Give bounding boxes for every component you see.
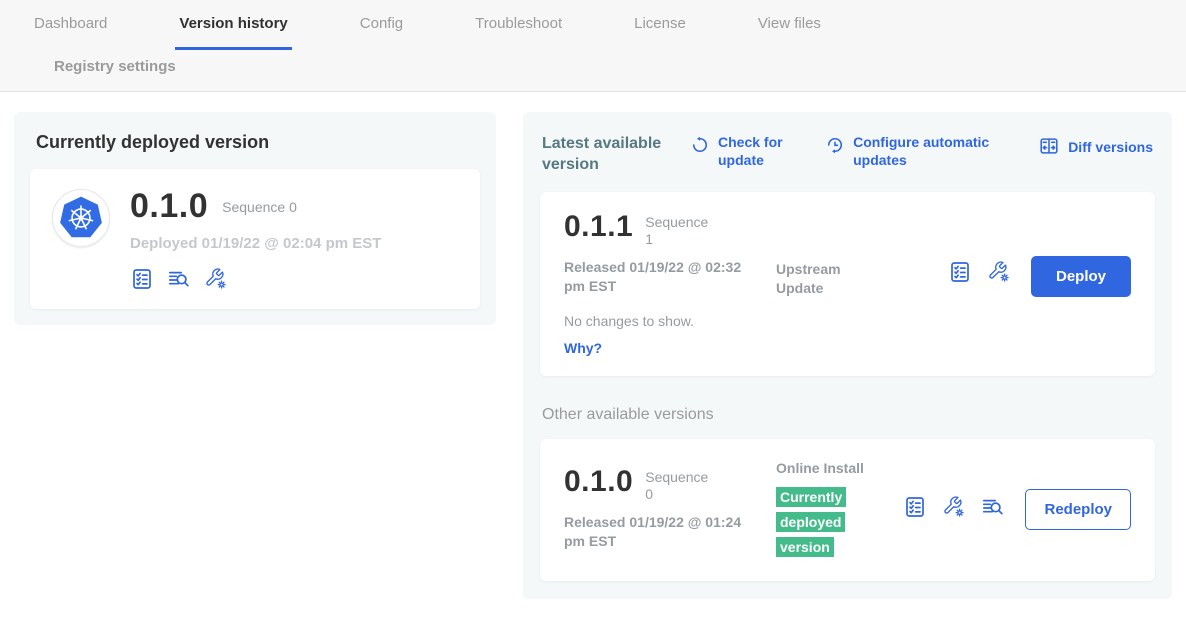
tab-license[interactable]: License bbox=[630, 15, 690, 50]
other-sequence-label: Sequence 0 bbox=[645, 469, 711, 504]
deploy-logs-icon[interactable] bbox=[981, 495, 1005, 524]
nav-row-1: Dashboard Version history Config Trouble… bbox=[30, 15, 1186, 50]
deployed-version-meta: 0.1.0 Sequence 0 Deployed 01/19/22 @ 02:… bbox=[130, 189, 381, 291]
edit-config-icon[interactable] bbox=[987, 260, 1011, 289]
latest-panel-header: Latest available version Check for updat… bbox=[542, 134, 1153, 176]
configure-automatic-updates-label: Configure automatic updates bbox=[853, 134, 1011, 169]
tab-troubleshoot[interactable]: Troubleshoot bbox=[471, 15, 566, 50]
currently-deployed-title: Currently deployed version bbox=[36, 132, 474, 153]
tab-view-files[interactable]: View files bbox=[754, 15, 825, 50]
check-for-update-link[interactable]: Check for update bbox=[690, 134, 798, 169]
tab-config[interactable]: Config bbox=[356, 15, 407, 50]
other-source-label: Online Install bbox=[776, 459, 868, 479]
edit-config-icon[interactable] bbox=[942, 495, 966, 524]
latest-version-card: 0.1.1 Sequence 1 Released 01/19/22 @ 02:… bbox=[540, 192, 1155, 376]
deploy-logs-icon[interactable] bbox=[167, 267, 191, 291]
latest-version-meta: 0.1.1 Sequence 1 Released 01/19/22 @ 02:… bbox=[564, 212, 776, 297]
diff-versions-label: Diff versions bbox=[1068, 139, 1153, 157]
redeploy-button[interactable]: Redeploy bbox=[1025, 489, 1131, 530]
page-content: Currently deployed version bbox=[0, 92, 1186, 599]
tab-registry-settings[interactable]: Registry settings bbox=[50, 58, 1186, 75]
kubernetes-logo bbox=[52, 189, 110, 247]
deploy-button[interactable]: Deploy bbox=[1031, 256, 1131, 297]
other-card-icons bbox=[903, 495, 1005, 524]
other-versions-title: Other available versions bbox=[542, 406, 1153, 424]
preflight-checks-icon[interactable] bbox=[948, 260, 972, 289]
currently-deployed-badge: Currently deployed version bbox=[776, 486, 854, 560]
other-version-number: 0.1.0 bbox=[564, 467, 633, 497]
latest-sequence-label: Sequence 1 bbox=[645, 214, 711, 249]
diff-versions-link[interactable]: Diff versions bbox=[1038, 134, 1153, 162]
latest-source-label: Upstream Update bbox=[776, 260, 868, 299]
main-nav: Dashboard Version history Config Trouble… bbox=[0, 0, 1186, 92]
latest-version-number: 0.1.1 bbox=[564, 212, 633, 242]
edit-config-icon[interactable] bbox=[204, 267, 228, 291]
no-changes-text: No changes to show. bbox=[564, 313, 1131, 329]
latest-card-icons bbox=[948, 260, 1011, 289]
why-link[interactable]: Why? bbox=[564, 340, 1131, 356]
deployed-version-card: 0.1.0 Sequence 0 Deployed 01/19/22 @ 02:… bbox=[30, 169, 480, 309]
other-version-card: 0.1.0 Sequence 0 Released 01/19/22 @ 01:… bbox=[540, 439, 1155, 581]
nav-row-2: Registry settings bbox=[30, 50, 1186, 91]
schedule-update-icon bbox=[825, 134, 845, 160]
other-version-meta: 0.1.0 Sequence 0 Released 01/19/22 @ 01:… bbox=[564, 459, 776, 552]
check-for-update-label: Check for update bbox=[718, 134, 798, 169]
preflight-checks-icon[interactable] bbox=[903, 495, 927, 524]
diff-icon bbox=[1038, 134, 1060, 162]
deployed-timestamp: Deployed 01/19/22 @ 02:04 pm EST bbox=[130, 235, 381, 252]
refresh-arrow-icon bbox=[690, 134, 710, 160]
tab-version-history[interactable]: Version history bbox=[175, 15, 291, 50]
latest-version-panel: Latest available version Check for updat… bbox=[523, 112, 1172, 599]
latest-version-title: Latest available version bbox=[542, 134, 676, 176]
configure-automatic-updates-link[interactable]: Configure automatic updates bbox=[825, 134, 1011, 169]
deployed-sequence-label: Sequence 0 bbox=[222, 199, 297, 215]
preflight-checks-icon[interactable] bbox=[130, 267, 154, 291]
tab-dashboard[interactable]: Dashboard bbox=[30, 15, 111, 50]
currently-deployed-panel: Currently deployed version bbox=[14, 112, 496, 325]
latest-released-timestamp: Released 01/19/22 @ 02:32 pm EST bbox=[564, 258, 746, 297]
other-released-timestamp: Released 01/19/22 @ 01:24 pm EST bbox=[564, 513, 746, 552]
deployed-version-number: 0.1.0 bbox=[130, 189, 208, 223]
